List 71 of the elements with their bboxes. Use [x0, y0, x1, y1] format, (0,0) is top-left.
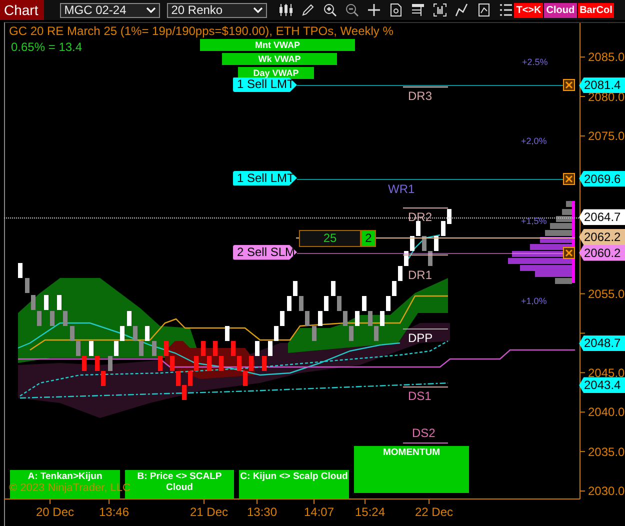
- time-label: 20 Dec: [35, 505, 75, 519]
- interval-dropdown[interactable]: 20 Renko: [167, 2, 268, 18]
- data-box-icon[interactable]: [411, 3, 426, 17]
- pivot-label: DPP: [408, 332, 433, 344]
- chart-header: GC 20 RE March 25 (1%= 19p/190pps=$190.00), ETH TPOs, Weekly %: [9, 24, 394, 38]
- pivot-label: DS2: [412, 427, 436, 439]
- price-tick-label: 2040.0: [588, 404, 625, 420]
- vwap-label: Mnt VWAP: [200, 39, 355, 51]
- pivot-line: [402, 86, 448, 88]
- time-label: 21 Dec: [189, 505, 229, 519]
- signal-panel: C: Kijun <> Scalp Cloud: [239, 470, 349, 499]
- pivot-line: [402, 254, 448, 256]
- document-search-icon[interactable]: [389, 3, 404, 17]
- close-icon[interactable]: [563, 79, 575, 92]
- time-label: 13:46: [98, 505, 130, 519]
- pivot-line: [402, 442, 448, 444]
- position-quantity: 25: [299, 230, 361, 247]
- zoom-out-icon[interactable]: [345, 3, 360, 17]
- pivot-label: DR1: [408, 269, 432, 281]
- pivot-line: [402, 386, 448, 388]
- price-marker: 2062.2: [579, 228, 625, 245]
- pivot-label: DR2: [408, 211, 432, 223]
- price-marker: 2043.4: [579, 377, 625, 394]
- price-marker: 2064.7: [579, 209, 625, 226]
- percent-level-label: +2.5%: [522, 57, 548, 67]
- indicator-toggle-button[interactable]: T<>K: [514, 2, 544, 18]
- price-tick-label: 2085.0: [588, 49, 625, 66]
- close-icon[interactable]: [563, 172, 575, 185]
- line-chart-icon[interactable]: [455, 3, 470, 17]
- order-price-tag: 2081.4: [579, 77, 625, 94]
- close-icon[interactable]: [563, 246, 575, 259]
- document-icon[interactable]: [477, 3, 492, 17]
- chevron-icon: [253, 6, 264, 14]
- price-tick-label: 2075.0: [588, 128, 625, 144]
- price-tick-label: 2055.0: [588, 286, 625, 302]
- list-icon[interactable]: [499, 3, 514, 17]
- session-average-line: [406, 234, 440, 262]
- order-price-tag: 2060.2: [579, 244, 625, 261]
- vwap-label: Day VWAP: [238, 67, 314, 79]
- price-marker: 2048.7: [579, 335, 625, 352]
- crosshair-icon[interactable]: [367, 3, 382, 17]
- price-tick-label: 2030.0: [588, 483, 625, 499]
- order-label[interactable]: 1 Sell LMT: [233, 77, 297, 92]
- percent-level-label: +1,0%: [521, 296, 547, 306]
- pivot-label: DS1: [408, 390, 432, 402]
- percent-level-label: +1,5%: [521, 216, 547, 226]
- time-label: 14:07: [302, 505, 336, 519]
- order-price-tag: 2069.6: [579, 170, 625, 187]
- vwap-label: Wk VWAP: [222, 53, 337, 65]
- pencil-icon[interactable]: [301, 3, 316, 17]
- zoom-in-icon[interactable]: [323, 3, 338, 17]
- pivot-label: DR3: [408, 90, 432, 102]
- percent-level-label: +2,0%: [521, 136, 547, 146]
- signal-panel: MOMENTUM: [354, 446, 469, 493]
- order-label[interactable]: 2 Sell SLM: [233, 244, 297, 260]
- chart-title: Chart: [0, 0, 44, 20]
- price-tick-label: 2035.0: [588, 444, 625, 460]
- indicator-toggle-button[interactable]: BarCol: [578, 2, 614, 18]
- chevron-icon: [146, 6, 156, 14]
- range-label: 0.65% = 13.4: [11, 40, 82, 54]
- position-count: 2: [361, 230, 376, 247]
- instrument-dropdown[interactable]: MGC 02-24: [60, 2, 160, 18]
- pivot-label: WR1: [388, 183, 415, 195]
- time-label: 13:30: [246, 505, 278, 519]
- candlestick-icon[interactable]: [279, 3, 294, 17]
- indicator-toggle-button[interactable]: Cloud: [544, 2, 577, 18]
- time-label: 15:24: [354, 505, 386, 519]
- order-label[interactable]: 1 Sell LMT: [233, 170, 297, 186]
- bar-frame-icon[interactable]: [433, 3, 448, 17]
- pivot-line: [402, 328, 448, 330]
- time-label: 22 Dec: [414, 505, 454, 519]
